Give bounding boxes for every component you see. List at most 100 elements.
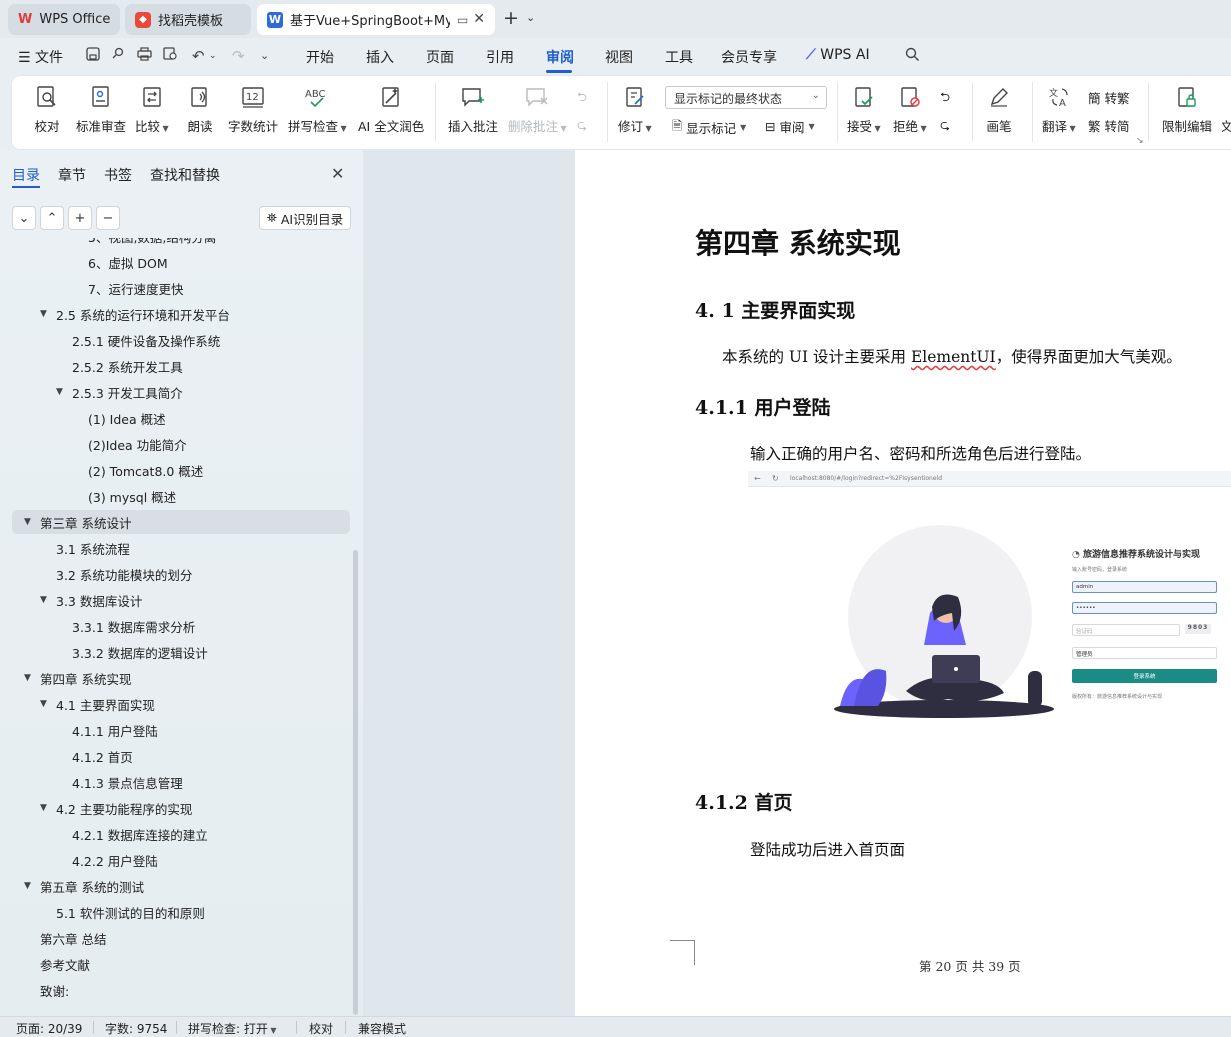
compare-button[interactable]: 比较 ▼ [135,84,169,135]
menu-membership[interactable]: 会员专享 [721,47,777,67]
toc-item[interactable]: ▼ 第四章 系统实现 [12,666,350,690]
standard-review-button[interactable]: 标准审查 [76,84,126,135]
search-icon[interactable] [905,47,920,66]
menu-home[interactable]: 开始 [306,47,334,67]
expand-caret-icon[interactable]: ▼ [24,673,40,683]
chevron-down-icon[interactable]: ⌄ [209,51,217,61]
menu-page[interactable]: 页面 [426,47,454,67]
toc-item[interactable]: 4.1.1 用户登陆 [12,718,350,742]
status-proofread[interactable]: 校对 [309,1020,333,1037]
undo-icon[interactable]: ↶ [192,47,205,65]
menu-view[interactable]: 视图 [605,47,633,67]
toc-item[interactable]: 第六章 总结 [12,926,350,950]
new-tab-plus-icon[interactable]: + [503,8,519,28]
next-change-icon[interactable]: ⮎ [940,116,950,137]
prev-change-icon[interactable]: ⮌ [940,88,950,109]
ai-polish-button[interactable]: AI 全文润色 [358,84,424,135]
expand-caret-icon[interactable]: ▼ [56,387,72,397]
toc-item[interactable]: 4.2.2 用户登陆 [12,848,350,872]
pen-button[interactable]: 画笔 [986,84,1012,135]
nav-tab-sections[interactable]: 章节 [58,165,86,185]
reject-button[interactable]: 拒绝 ▼ [893,84,927,135]
collapse-up-button[interactable]: ⌃ [40,206,64,230]
proofread-button[interactable]: 校对 [34,84,60,135]
expand-caret-icon[interactable]: ▼ [24,517,40,527]
word-count-button[interactable]: 12 字数统计 [228,84,278,135]
menu-insert[interactable]: 插入 [366,47,394,67]
ai-toc-button[interactable]: ⛯ AI识别目录 [259,206,351,230]
menu-references[interactable]: 引用 [486,47,514,67]
toc-item[interactable]: 参考文献 [12,952,350,976]
toc-item[interactable]: (1) Idea 概述 [12,406,350,430]
status-spell-check[interactable]: 拼写检查: 打开 ▼ [188,1020,277,1037]
toc-item[interactable]: (3) mysql 概述 [12,484,350,508]
translate-button[interactable]: 文A 翻译 ▼ [1042,84,1076,135]
nav-scrollbar[interactable] [353,550,358,1015]
nav-tab-toc[interactable]: 目录 [12,165,40,185]
expand-caret-icon[interactable]: ▼ [24,881,40,891]
markup-state-select[interactable]: 显示标记的最终状态 ⌄ [665,86,827,109]
toc-item[interactable]: 3.2 系统功能模块的划分 [12,562,350,586]
print-preview-icon[interactable] [163,47,178,65]
toc-item[interactable]: ▼ 2.5.3 开发工具简介 [12,380,350,404]
toc-item[interactable]: 5、视图,数据,结构分离 [12,238,350,248]
expand-caret-icon[interactable]: ▼ [40,803,56,813]
tab-document[interactable]: W 基于Vue+SpringBoot+MySQ ▭ ✕ [257,4,495,35]
expand-caret-icon[interactable]: ▼ [40,699,56,709]
more-chevron-icon[interactable]: ⌄ [260,49,269,62]
toc-item[interactable]: 4.1.2 首页 [12,744,350,768]
menu-tools[interactable]: 工具 [665,47,693,67]
collapse-down-button[interactable]: ⌄ [12,206,36,230]
nav-tab-find-replace[interactable]: 查找和替换 [150,165,220,185]
show-markup-button[interactable]: 🗎 显示标记 ▼ [672,117,746,138]
toc-item[interactable]: ▼ 4.2 主要功能程序的实现 [12,796,350,820]
toc-item[interactable]: 4.1.3 景点信息管理 [12,770,350,794]
toc-item[interactable]: (2) Tomcat8.0 概述 [12,458,350,482]
to-traditional-button[interactable]: 簡 转繁 [1088,88,1130,107]
link-icon[interactable] [111,47,125,65]
toc-item[interactable]: 2.5.2 系统开发工具 [12,354,350,378]
toc-item[interactable]: ▼ 第三章 系统设计 [12,510,350,534]
tab-wps-office[interactable]: W WPS Office [8,4,120,35]
misspelled-word[interactable]: ElementUI [911,348,996,366]
expand-caret-icon[interactable]: ▼ [40,595,56,605]
toc-item[interactable]: 3.3.1 数据库需求分析 [12,614,350,638]
menu-wps-ai[interactable]: ⟋ WPS AI [806,47,870,63]
chevron-down-icon[interactable]: ⌄ [526,11,535,24]
toc-item[interactable]: 6、虚拟 DOM [12,250,350,274]
read-aloud-button[interactable]: 朗读 [187,84,213,135]
track-changes-button[interactable]: 修订 ▼ [618,84,652,135]
toc-item[interactable]: (2)Idea 功能简介 [12,432,350,456]
spell-check-button[interactable]: ABC 拼写检查 ▼ [288,84,347,135]
toc-item[interactable]: ▼ 3.3 数据库设计 [12,588,350,612]
toc-item[interactable]: 致谢: [12,978,350,1002]
remove-heading-button[interactable]: − [96,206,120,230]
close-icon[interactable]: ✕ [331,164,344,183]
menu-file[interactable]: ☰ 文件 [18,47,63,67]
toc-item[interactable]: 3.3.2 数据库的逻辑设计 [12,640,350,664]
document-page[interactable]: 第四章 系统实现 4. 1 主要界面实现 本系统的 UI 设计主要采用 Elem… [575,150,1231,1016]
doc-cut-button[interactable]: 文 [1222,84,1231,135]
toc-item[interactable]: 2.5.1 硬件设备及操作系统 [12,328,350,352]
restrict-edit-button[interactable]: 限制编辑 [1162,84,1212,135]
toc-item[interactable]: 5.1 软件测试的目的和原则 [12,900,350,924]
screen-icon[interactable]: ▭ [457,13,468,27]
toc-item[interactable]: ▼ 第五章 系统的测试 [12,874,350,898]
toc-item[interactable]: ▼ 4.1 主要界面实现 [12,692,350,716]
toc-item[interactable]: ▼ 2.5 系统的运行环境和开发平台 [12,302,350,326]
tab-daoke-templates[interactable]: ◆ 找稻壳模板 [125,4,251,35]
review-pane-button[interactable]: ⊟ 审阅 ▼ [765,117,815,136]
status-page[interactable]: 页面: 20/39 [16,1020,82,1037]
toc-item[interactable]: 7、运行速度更快 [12,276,350,300]
close-tab-icon[interactable]: ✕ [473,11,485,27]
toc-item[interactable]: 3.1 系统流程 [12,536,350,560]
status-word-count[interactable]: 字数: 9754 [105,1020,167,1037]
toc-item[interactable]: 4.2.1 数据库连接的建立 [12,822,350,846]
to-simplified-button[interactable]: 繁 转简 [1088,116,1130,135]
expand-caret-icon[interactable]: ▼ [40,309,56,319]
print-icon[interactable] [137,47,152,65]
menu-review[interactable]: 审阅 [546,47,574,67]
add-heading-button[interactable]: + [68,206,92,230]
insert-comment-button[interactable]: 插入批注 [448,84,498,135]
save-icon[interactable] [86,47,100,65]
